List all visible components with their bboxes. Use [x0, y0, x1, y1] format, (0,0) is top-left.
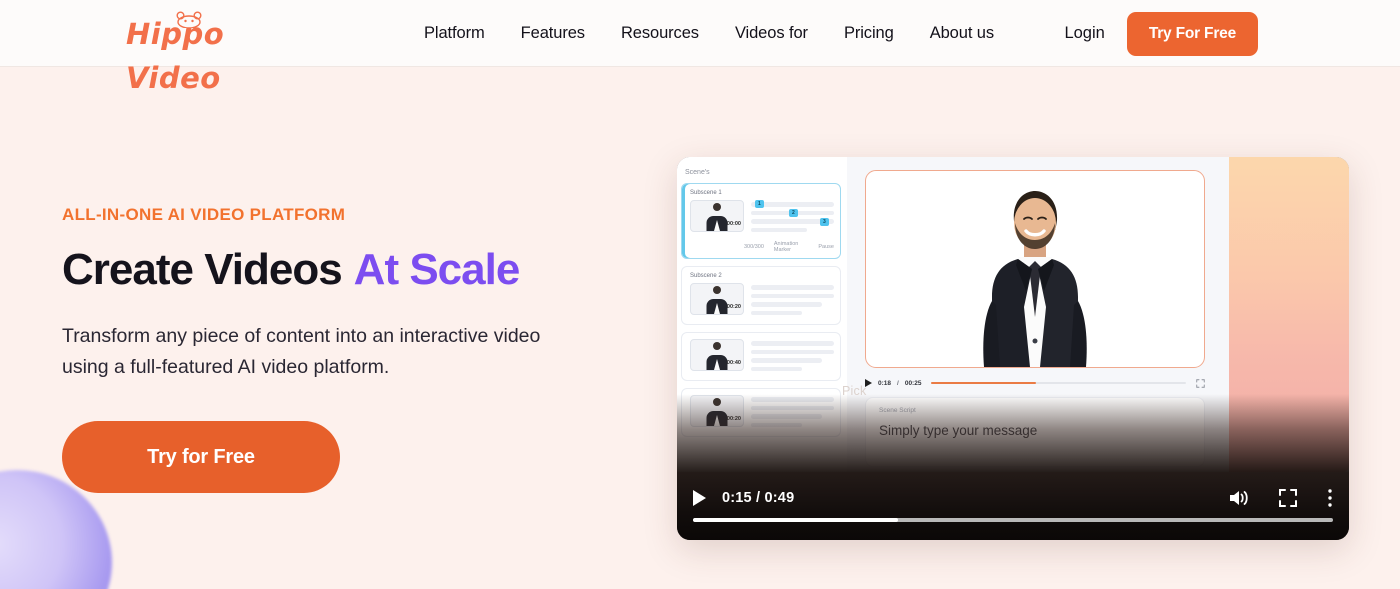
- scene-script-box[interactable]: Scene Script Simply type your message: [865, 397, 1205, 467]
- header-actions: Login Try For Free: [1064, 0, 1258, 67]
- scene-script-text: Simply type your message: [879, 423, 1038, 438]
- subscene-script-lines-4: [751, 395, 834, 431]
- hero-subtext: Transform any piece of content into an i…: [62, 324, 541, 379]
- subscene-row-4: 00:20: [690, 395, 834, 431]
- animation-marker-button[interactable]: Animation Marker: [774, 241, 809, 253]
- char-count-1: 300/300: [744, 244, 764, 250]
- video-time-display: 0:15 / 0:49: [722, 490, 795, 506]
- subscene-thumbnail-4[interactable]: 00:20: [690, 395, 744, 427]
- subscene-thumbnail-3[interactable]: 00:40: [690, 339, 744, 371]
- hero-headline: Create Videos At Scale: [62, 245, 622, 294]
- fullscreen-icon[interactable]: [1279, 489, 1297, 507]
- subscene-duration-3: 00:40: [726, 360, 741, 366]
- login-link[interactable]: Login: [1064, 24, 1104, 43]
- scenes-panel: Scene's Subscene 1 00:00 1 2 3 300/300 A…: [677, 157, 847, 472]
- subscene-row-1: 00:00 1 2 3: [690, 200, 834, 236]
- subscene-card-1[interactable]: Subscene 1 00:00 1 2 3 300/300 Animation…: [681, 183, 841, 259]
- subscene-row-3: 00:40: [690, 339, 834, 375]
- nav-item-platform[interactable]: Platform: [424, 24, 485, 43]
- hero-video-player[interactable]: Scene's Subscene 1 00:00 1 2 3 300/300 A…: [677, 157, 1349, 540]
- subscene-label-2: Subscene 2: [690, 273, 722, 279]
- subscene-duration-4: 00:20: [726, 416, 741, 422]
- preview-total-time: 00:25: [904, 379, 922, 387]
- video-stage: Scene's Subscene 1 00:00 1 2 3 300/300 A…: [677, 157, 1349, 472]
- video-caption: Pick: [842, 384, 867, 398]
- main-navigation: Platform Features Resources Videos for P…: [424, 0, 994, 67]
- nav-item-features[interactable]: Features: [521, 24, 585, 43]
- video-control-bar: 0:15 / 0:49: [677, 472, 1349, 540]
- subscene-script-lines-1: 1 2 3: [751, 200, 834, 236]
- nav-item-videos-for[interactable]: Videos for: [735, 24, 808, 43]
- header-try-for-free-button[interactable]: Try For Free: [1126, 11, 1258, 56]
- more-options-icon[interactable]: [1327, 488, 1333, 508]
- animation-marker-2[interactable]: 2: [789, 209, 798, 217]
- ai-avatar-image: [983, 191, 1087, 367]
- preview-progress-fill: [931, 381, 1036, 385]
- scenes-panel-title: Scene's: [685, 169, 710, 176]
- subscene-card-3[interactable]: 00:40: [681, 332, 841, 381]
- preview-fullscreen-icon[interactable]: [1196, 378, 1205, 388]
- subscene-footer-1: 300/300 Animation Marker Pause: [690, 241, 834, 253]
- subscene-script-lines-2: [751, 283, 834, 319]
- subscene-duration-1: 00:00: [726, 221, 741, 227]
- hippo-head-icon: [176, 11, 202, 28]
- hero-eyebrow: ALL-IN-ONE AI VIDEO PLATFORM: [62, 205, 346, 224]
- animation-marker-3[interactable]: 3: [820, 218, 829, 226]
- ai-avatar-preview: [865, 170, 1205, 368]
- hero-content: ALL-IN-ONE AI VIDEO PLATFORM Create Vide…: [62, 205, 622, 494]
- subscene-label-1: Subscene 1: [690, 190, 722, 196]
- subscene-card-2[interactable]: Subscene 2 00:20: [681, 266, 841, 325]
- subscene-row-2: 00:20: [690, 283, 834, 319]
- play-icon[interactable]: [693, 490, 706, 506]
- subscene-thumbnail-2[interactable]: 00:20: [690, 283, 744, 315]
- subscene-thumbnail-1[interactable]: 00:00: [690, 200, 744, 232]
- animation-marker-1[interactable]: 1: [755, 200, 764, 208]
- site-header: Hippo Video Platform Features Resources …: [0, 0, 1400, 95]
- preview-progress-bar[interactable]: [931, 381, 1186, 385]
- preview-current-time: 0:18: [878, 379, 892, 387]
- scene-script-label: Scene Script: [879, 407, 916, 414]
- subscene-script-lines-3: [751, 339, 834, 375]
- pause-button[interactable]: Pause: [818, 244, 834, 250]
- hero-try-for-free-button[interactable]: Try for Free: [62, 421, 340, 494]
- logo[interactable]: Hippo Video: [126, 11, 296, 95]
- nav-item-about-us[interactable]: About us: [930, 24, 994, 43]
- preview-controls: 0:18 / 00:25: [865, 376, 1205, 390]
- hero-headline-accent: At Scale: [353, 245, 521, 294]
- subscene-card-4[interactable]: 00:20: [681, 388, 841, 437]
- video-progress-fill: [693, 518, 898, 522]
- subscene-duration-2: 00:20: [726, 304, 741, 310]
- hero-headline-main: Create Videos: [62, 245, 343, 294]
- video-progress-bar[interactable]: [693, 518, 1333, 522]
- gradient-panel: [1229, 157, 1349, 472]
- nav-item-pricing[interactable]: Pricing: [844, 24, 894, 43]
- volume-icon[interactable]: [1227, 488, 1249, 508]
- logo-text: Hippo Video: [126, 17, 225, 95]
- nav-item-resources[interactable]: Resources: [621, 24, 699, 43]
